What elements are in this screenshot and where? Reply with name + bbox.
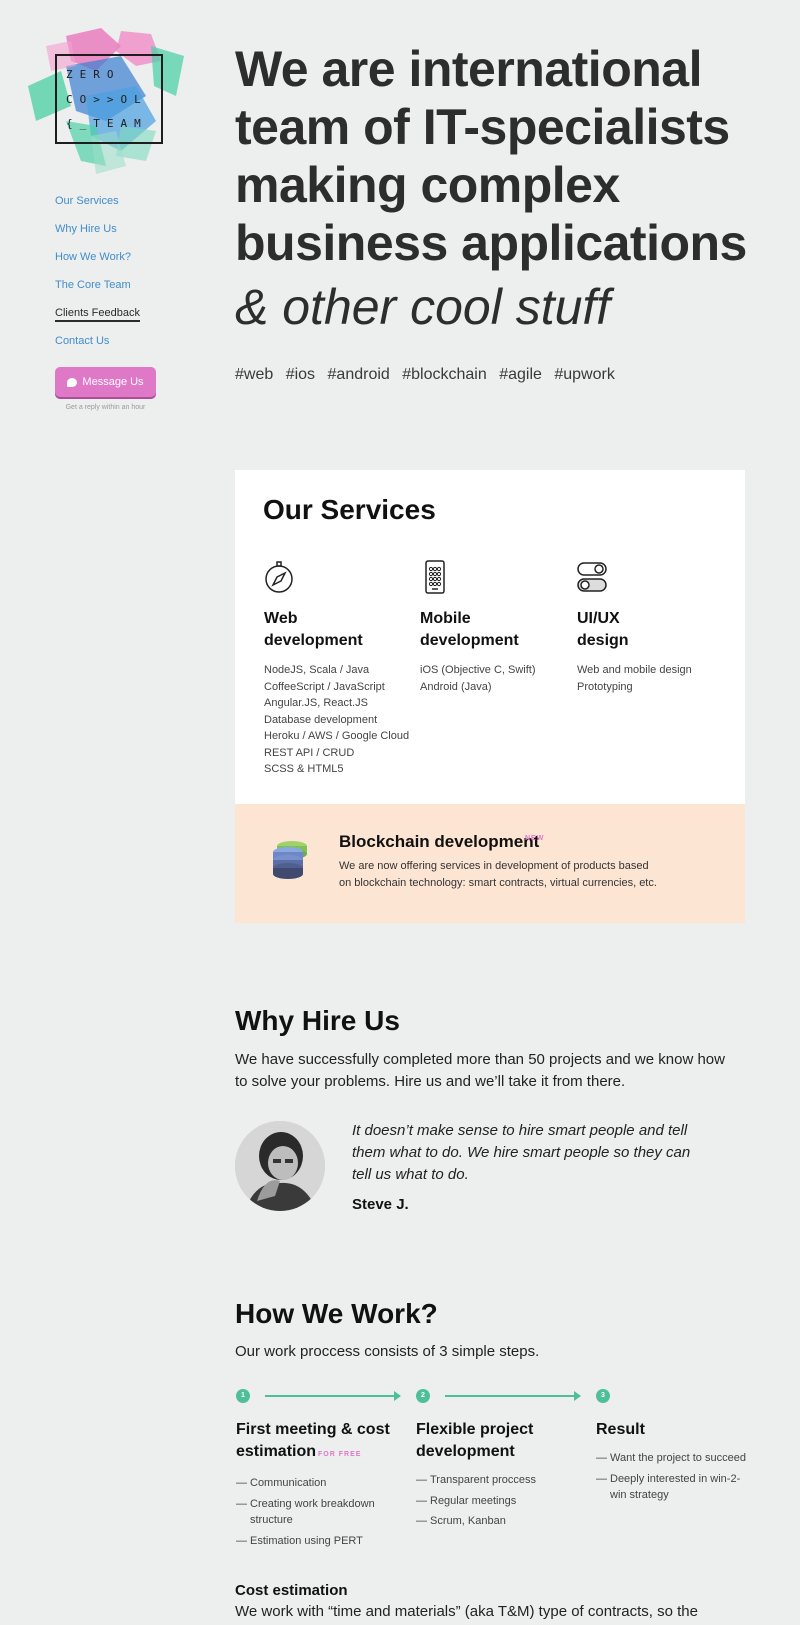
step-3: 3 Result Want the project to succeed Dee… [596, 1389, 756, 1508]
logo-line-1: ZERO [66, 68, 121, 81]
nav-item-core-team[interactable]: The Core Team [55, 277, 140, 305]
list-item: REST API / CRUD [264, 746, 355, 759]
step-2: 2 Flexible projectdevelopment Transparen… [416, 1389, 591, 1534]
chat-bubble-icon [67, 377, 78, 387]
for-free-badge: FOR FREE [318, 1451, 362, 1458]
service-mobile: Mobile development iOS (Objective C, Swif… [420, 560, 570, 695]
list-item: Prototyping [577, 680, 633, 693]
list-item: Web and mobile design [577, 664, 692, 676]
how-text: Our work proccess consists of 3 simple s… [235, 1343, 540, 1360]
step-list: Want the project to succeed Deeply inter… [596, 1450, 756, 1504]
step-title: First meeting & cost estimation FOR FREE [236, 1421, 390, 1460]
compass-icon [265, 561, 293, 593]
list-item: Creating work breakdown structure [236, 1496, 411, 1529]
list-item: Scrum, Kanban [416, 1513, 591, 1530]
reply-note: Get a reply within an hour [65, 404, 146, 411]
list-item: Deeply interested in win-2-win strategy [596, 1471, 756, 1504]
cost-text: We work with “time and materials” (aka T… [235, 1603, 698, 1620]
list-item: Database development [264, 713, 378, 726]
service-mobile-list: iOS (Objective C, Swift) Android (Java) [420, 662, 570, 695]
logo[interactable]: ZERO CO>>OL {_TEAM [26, 26, 186, 176]
logo-line-2: CO>>OL [66, 93, 148, 106]
cost-title: Cost estimation [235, 1582, 348, 1599]
list-item: Want the project to succeed [596, 1450, 756, 1467]
service-uiux-title: UI/UX design [577, 610, 629, 649]
services-section: Our Services Web development NodeJS, Scal… [235, 470, 745, 804]
step-1: 1 First meeting & cost estimation FOR FREE… [236, 1389, 411, 1553]
quote-text: It doesn’t make sense to hire smart peop… [352, 1122, 691, 1183]
step-number: 3 [596, 1389, 610, 1403]
list-item: SCSS & HTML5 [264, 763, 344, 775]
step-title: Flexible project development [416, 1421, 534, 1460]
tag-upwork: #upwork [554, 366, 615, 383]
blockchain-stack-icon [273, 841, 307, 879]
nav-item-why-hire-us[interactable]: Why Hire Us [55, 221, 140, 249]
sidebar-nav: Our Services Why Hire Us How We Work? Th… [55, 193, 140, 361]
toggle-icon [577, 562, 607, 592]
list-item: Angular.JS, React.JS [264, 697, 368, 709]
nav-item-contact-us[interactable]: Contact Us [55, 333, 140, 361]
message-us-button[interactable]: Message Us [55, 367, 156, 397]
service-mobile-title: Mobile development [420, 610, 519, 649]
step-number: 1 [236, 1389, 250, 1403]
new-badge: NEW [525, 835, 545, 842]
portrait-image [235, 1121, 325, 1211]
service-web-list: NodeJS, Scala / Java CoffeeScript / Java… [264, 662, 414, 778]
hero-subtitle: & other cool stuff [235, 279, 611, 335]
service-web-title: Web development [264, 610, 363, 649]
list-item: Heroku / AWS / Google Cloud [264, 730, 410, 742]
logo-line-3: {_TEAM [66, 117, 148, 130]
avatar [235, 1121, 325, 1211]
list-item: iOS (Objective C, Swift) [420, 664, 536, 676]
service-uiux: UI/UX design Web and mobile design Protot… [577, 560, 727, 695]
list-item: Transparent proccess [416, 1472, 591, 1489]
tag-agile: #agile [499, 366, 542, 383]
list-item: NodeJS, Scala / Java [264, 664, 370, 676]
list-item: Communication [236, 1475, 411, 1492]
tag-android: #android [327, 366, 390, 383]
nav-item-our-services[interactable]: Our Services [55, 193, 140, 221]
step-list: Transparent proccess Regular meetings Sc… [416, 1472, 591, 1530]
step-list: Communication Creating work breakdown st… [236, 1475, 411, 1549]
quote-author: Steve J. [352, 1196, 409, 1213]
logo-wordmark: ZERO CO>>OL {_TEAM [55, 54, 163, 144]
list-item: Estimation using PERT [236, 1533, 411, 1550]
nav-item-how-we-work[interactable]: How We Work? [55, 249, 140, 277]
blockchain-text: We are now offering services in developm… [339, 860, 657, 889]
service-web: Web development NodeJS, Scala / Java Coff… [264, 560, 414, 778]
step-number: 2 [416, 1389, 430, 1403]
hero-title: We are international team of IT-speciali… [235, 41, 747, 271]
why-text: We have successfully completed more than… [235, 1051, 725, 1090]
services-title: Our Services [263, 494, 436, 525]
step-title: Result [596, 1421, 645, 1438]
blockchain-banner: Blockchain development NEW We are now of… [235, 804, 745, 923]
list-item: Regular meetings [416, 1493, 591, 1510]
blockchain-title: Blockchain development [339, 832, 540, 851]
list-item: CoffeeScript / JavaScript [264, 680, 385, 693]
how-title: How We Work? [235, 1298, 438, 1329]
service-uiux-list: Web and mobile design Prototyping [577, 662, 727, 695]
tag-blockchain: #blockchain [402, 366, 487, 383]
nav-item-clients-feedback[interactable]: Clients Feedback [55, 305, 140, 333]
tag-ios: #ios [285, 366, 316, 383]
why-title: Why Hire Us [235, 1005, 400, 1036]
list-item: Android (Java) [420, 680, 492, 693]
phone-icon [425, 560, 445, 594]
tag-list: #web #ios #android #blockchain #agile #u… [235, 366, 623, 384]
tag-web: #web [235, 366, 274, 383]
message-us-label: Message Us [82, 376, 144, 388]
